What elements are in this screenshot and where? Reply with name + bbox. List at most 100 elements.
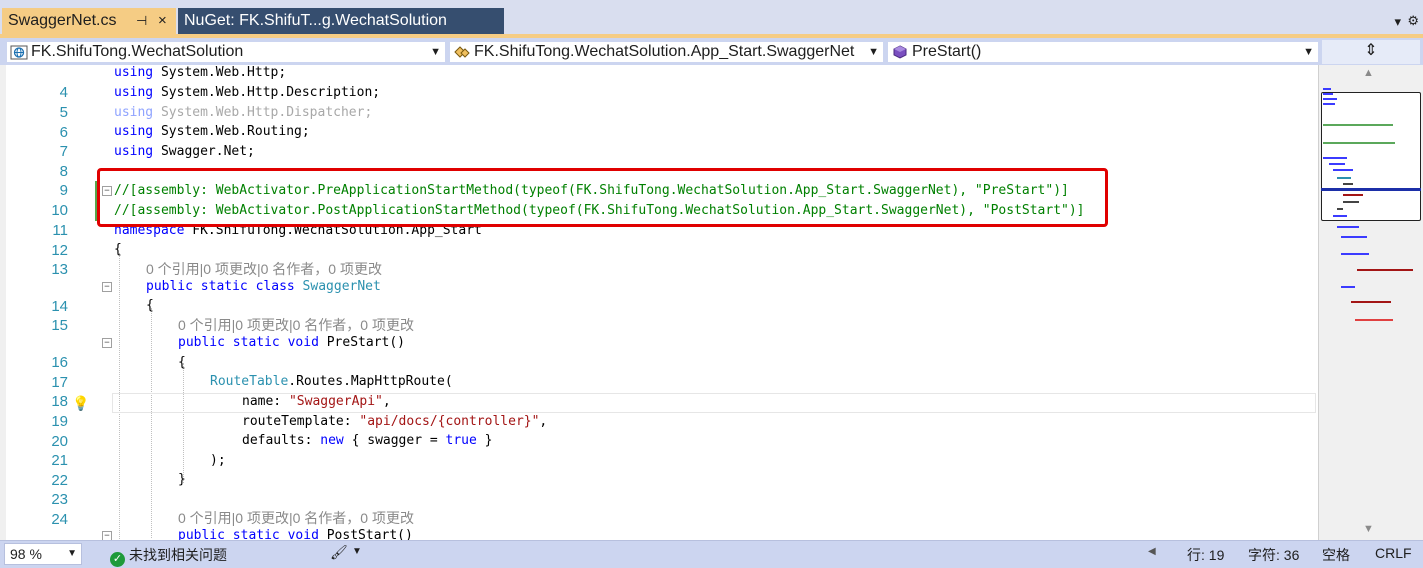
code-line: 18 RouteTable.Routes.MapHttpRoute( — [0, 372, 1318, 410]
code-token: public — [178, 528, 225, 540]
tab-swaggernet-cs[interactable]: SwaggerNet.cs ⊣ × — [2, 8, 176, 34]
code-line: 4 using System.Web.Http; — [0, 65, 1318, 101]
code-token: name: — [242, 394, 289, 409]
code-token: { swagger = — [343, 433, 446, 448]
code-line: 25 − public static void PostStart() — [0, 526, 1318, 540]
code-token: public — [146, 279, 193, 294]
whitespace-indicator[interactable]: 空格 — [1322, 545, 1350, 565]
code-line: 17 { — [0, 353, 1318, 391]
code-line: 20 routeTemplate: "api/docs/{controller}… — [0, 412, 1318, 450]
code-token: } — [178, 472, 186, 487]
code-token: Swagger.Net; — [153, 144, 255, 159]
code-token: SwaggerNet — [294, 279, 381, 294]
project-dropdown[interactable]: FK.ShifuTong.WechatSolution ▼ — [6, 41, 446, 63]
codelens-references[interactable]: 0 个引用|0 项更改|0 名作者，0 项更改 — [178, 509, 414, 527]
codelens-references[interactable]: 0 个引用|0 项更改|0 名作者，0 项更改 — [178, 316, 414, 334]
code-token: { — [146, 298, 154, 313]
code-token: using — [114, 85, 154, 100]
line-ending-indicator[interactable]: CRLF — [1375, 545, 1412, 561]
zoom-dropdown[interactable]: 98 % ▼ — [4, 543, 82, 565]
zoom-level: 98 % — [10, 546, 42, 562]
code-token: } — [476, 433, 493, 448]
code-line: 13 { — [0, 240, 1318, 278]
vertical-scrollbar-map[interactable]: ▲ ▼ — [1318, 65, 1423, 540]
map-line — [1357, 269, 1413, 271]
code-token: { — [178, 355, 186, 370]
tab-label: SwaggerNet.cs — [8, 12, 117, 29]
collapse-icon[interactable]: − — [102, 282, 112, 292]
map-line — [1337, 226, 1359, 228]
code-token: static — [224, 335, 280, 350]
map-line — [1323, 124, 1393, 126]
map-line — [1337, 177, 1351, 179]
map-line — [1333, 169, 1353, 171]
issues-indicator[interactable]: ✓ 未找到相关问题 — [110, 545, 227, 567]
collapse-icon[interactable]: − — [102, 531, 112, 540]
map-line — [1343, 201, 1359, 203]
class-icon — [454, 46, 470, 58]
code-token: .Routes.MapHttpRoute( — [288, 374, 453, 389]
chevron-down-icon[interactable]: ▼ — [352, 546, 362, 557]
status-bar: 98 % ▼ ✓ 未找到相关问题 🖌 ▼ ◀ 行: 19 字符: 36 空格 CR… — [0, 540, 1423, 568]
map-line — [1329, 163, 1345, 165]
scroll-left-icon[interactable]: ◀ — [1148, 546, 1156, 557]
collapse-icon[interactable]: − — [102, 338, 112, 348]
chevron-down-icon: ▼ — [67, 548, 77, 559]
scroll-up-icon[interactable]: ▲ — [1363, 67, 1374, 79]
code-cleanup-icon[interactable]: 🖌 — [330, 544, 348, 561]
code-token: new — [320, 433, 344, 448]
map-line — [1343, 183, 1353, 185]
code-token: , — [382, 394, 391, 409]
code-token: PreStart() — [318, 335, 405, 350]
scroll-down-icon[interactable]: ▼ — [1363, 523, 1374, 535]
code-line: 6 using System.Web.Http.Dispatcher; — [0, 103, 1318, 141]
map-line — [1341, 286, 1355, 288]
codelens-references[interactable]: 0 个引用|0 项更改|0 名作者，0 项更改 — [146, 260, 382, 278]
map-line — [1323, 157, 1347, 159]
lightbulb-icon[interactable]: 💡 — [72, 395, 89, 412]
code-token: void — [279, 335, 319, 350]
map-line — [1341, 236, 1367, 238]
code-token: using — [114, 65, 154, 80]
map-line — [1323, 93, 1333, 95]
map-line — [1323, 142, 1395, 144]
code-token: System.Web.Http; — [153, 65, 287, 80]
tab-nuget[interactable]: NuGet: FK.ShifuT...g.WechatSolution — [178, 8, 504, 34]
document-tab-strip: SwaggerNet.cs ⊣ × NuGet: FK.ShifuT...g.W… — [0, 0, 1423, 38]
code-line: 19 name: "SwaggerApi", — [0, 392, 1318, 430]
code-token: "SwaggerApi" — [288, 394, 383, 409]
code-line: 21 defaults: new { swagger = true } — [0, 431, 1318, 469]
tab-list-dropdown-icon[interactable]: ▾ — [1394, 14, 1401, 30]
csharp-project-icon — [10, 45, 28, 60]
column-indicator[interactable]: 字符: 36 — [1248, 545, 1299, 565]
method-icon — [893, 45, 907, 59]
map-line — [1323, 98, 1337, 100]
code-line: 15 { — [0, 296, 1318, 334]
type-label: FK.ShifuTong.WechatSolution.App_Start.Sw… — [474, 43, 855, 60]
code-token: System.Web.Http.Dispatcher; — [153, 105, 373, 120]
issues-label: 未找到相关问题 — [129, 547, 227, 563]
split-window-button[interactable]: ⇕ — [1322, 40, 1420, 64]
map-line — [1355, 319, 1393, 321]
close-icon[interactable]: × — [158, 8, 167, 34]
code-editor[interactable]: 4 using System.Web.Http; 5 using System.… — [0, 65, 1318, 540]
member-dropdown[interactable]: PreStart() ▼ — [887, 41, 1319, 63]
code-token: defaults: — [242, 433, 321, 448]
code-token: "api/docs/{controller}" — [359, 414, 540, 429]
check-circle-icon: ✓ — [110, 552, 125, 567]
line-indicator[interactable]: 行: 19 — [1187, 545, 1224, 565]
code-line: 8 using Swagger.Net; — [0, 142, 1318, 180]
code-line: 22 ); — [0, 451, 1318, 489]
code-token: ); — [210, 453, 226, 468]
code-token: PostStart() — [318, 528, 413, 540]
code-line: 24 — [0, 490, 1318, 528]
project-label: FK.ShifuTong.WechatSolution — [31, 43, 244, 60]
gear-icon[interactable]: ⚙ — [1407, 13, 1419, 29]
code-token: System.Web.Routing; — [153, 124, 310, 139]
code-line: 23 } — [0, 470, 1318, 508]
type-dropdown[interactable]: FK.ShifuTong.WechatSolution.App_Start.Sw… — [449, 41, 884, 63]
code-token: using — [114, 144, 154, 159]
map-line — [1337, 208, 1343, 210]
pin-icon[interactable]: ⊣ — [136, 8, 147, 34]
chevron-down-icon: ▼ — [868, 46, 879, 58]
